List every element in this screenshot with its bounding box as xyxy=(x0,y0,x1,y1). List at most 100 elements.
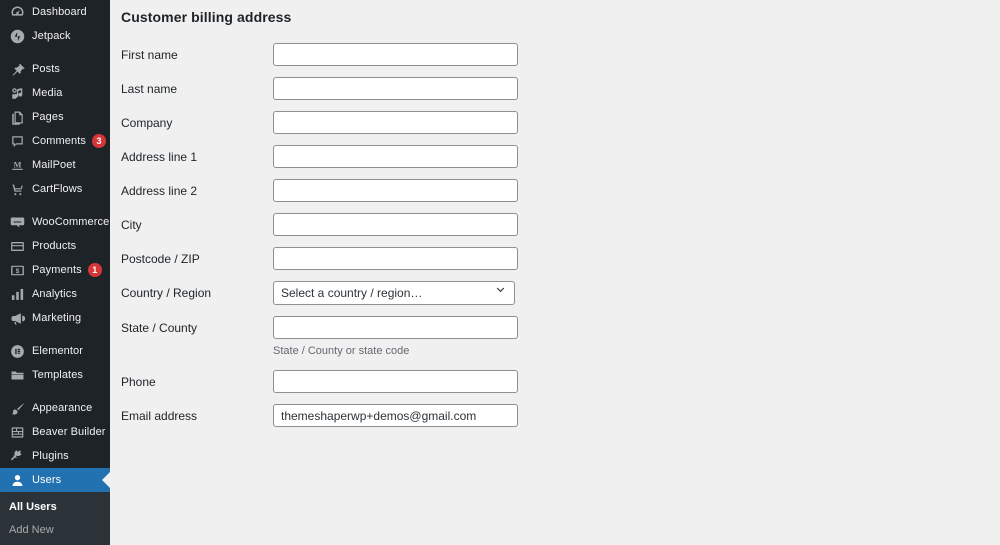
users-submenu: All UsersAdd NewProfile xyxy=(0,492,110,545)
company-input[interactable] xyxy=(273,111,518,134)
wp-admin-screen: Dashboard Jetpack Posts Media Pages Comments 3… xyxy=(0,0,1000,545)
field-wrapper xyxy=(273,77,518,100)
form-row: Phone xyxy=(121,370,1000,394)
sidebar-item-label: Marketing xyxy=(32,311,82,324)
billing-address-form: First name Last name Company Address line 1… xyxy=(121,43,1000,428)
field-wrapper xyxy=(273,179,518,202)
pages-icon xyxy=(9,109,25,125)
field-wrapper xyxy=(273,247,518,270)
sidebar-item-templates[interactable]: Templates xyxy=(0,363,110,387)
sidebar-item-woocommerce[interactable]: woo WooCommerce xyxy=(0,210,110,234)
menu-separator xyxy=(0,201,110,210)
email-address-input[interactable] xyxy=(273,404,518,428)
sidebar-item-elementor[interactable]: Elementor xyxy=(0,339,110,363)
sidebar-item-label: Products xyxy=(32,239,77,252)
address-line-2-input[interactable] xyxy=(273,179,518,202)
sidebar-item-appearance[interactable]: Appearance xyxy=(0,396,110,420)
sidebar-item-label: Templates xyxy=(32,368,84,381)
sidebar-item-label: Beaver Builder xyxy=(32,425,106,438)
select-wrapper: Select a country / region… xyxy=(273,281,515,305)
megaphone-icon xyxy=(9,310,25,326)
woocommerce-icon: woo xyxy=(9,214,25,230)
page-title: Customer billing address xyxy=(121,9,292,25)
cart-icon xyxy=(9,181,25,197)
folder-icon xyxy=(9,367,25,383)
sidebar-item-mailpoet[interactable]: M MailPoet xyxy=(0,153,110,177)
postcode-zip-input[interactable] xyxy=(273,247,518,270)
city-input[interactable] xyxy=(273,213,518,236)
sidebar-item-label: Comments xyxy=(32,134,86,147)
sidebar-item-plugins[interactable]: Plugins xyxy=(0,444,110,468)
field-wrapper: State / County or state code xyxy=(273,316,518,359)
sidebar-item-dashboard[interactable]: Dashboard xyxy=(0,0,110,24)
field-wrapper: Select a country / region… xyxy=(273,281,515,305)
menu-group: Appearance Beaver Builder Plugins Users All … xyxy=(0,396,110,545)
field-wrapper xyxy=(273,111,518,134)
field-wrapper xyxy=(273,370,518,394)
sidebar-item-products[interactable]: Products xyxy=(0,234,110,258)
sidebar-item-comments[interactable]: Comments 3 xyxy=(0,129,110,153)
sidebar-item-jetpack[interactable]: Jetpack xyxy=(0,24,110,48)
address-line-1-input[interactable] xyxy=(273,145,518,168)
submenu-item-profile[interactable]: Profile xyxy=(0,541,110,545)
sidebar-item-marketing[interactable]: Marketing xyxy=(0,306,110,330)
sidebar-item-label: MailPoet xyxy=(32,158,76,171)
state-county-input[interactable] xyxy=(273,316,518,339)
brush-icon xyxy=(9,400,25,416)
form-row: Postcode / ZIP xyxy=(121,247,1000,270)
field-wrapper xyxy=(273,213,518,236)
submenu-item-add-new[interactable]: Add New xyxy=(0,519,110,542)
menu-separator xyxy=(0,330,110,339)
sidebar-item-label: WooCommerce xyxy=(32,215,110,228)
submenu-item-all-users[interactable]: All Users xyxy=(0,496,110,519)
field-label: Company xyxy=(121,116,173,130)
elementor-icon xyxy=(9,343,25,359)
field-label: Address line 1 xyxy=(121,150,198,164)
mailpoet-icon: M xyxy=(9,157,25,173)
sidebar-item-analytics[interactable]: Analytics xyxy=(0,282,110,306)
sidebar-item-pages[interactable]: Pages xyxy=(0,105,110,129)
sidebar-item-label: Jetpack xyxy=(32,29,71,42)
last-name-input[interactable] xyxy=(273,77,518,100)
menu-separator xyxy=(0,387,110,396)
form-row: Last name xyxy=(121,77,1000,100)
payments-icon: $ xyxy=(9,262,25,278)
form-row: Address line 1 xyxy=(121,145,1000,168)
field-label: Country / Region xyxy=(121,286,212,300)
phone-input[interactable] xyxy=(273,370,518,394)
sidebar-item-label: Appearance xyxy=(32,401,93,414)
field-label: City xyxy=(121,218,142,232)
svg-text:$: $ xyxy=(15,267,19,274)
jetpack-icon xyxy=(9,28,25,44)
field-label: First name xyxy=(121,48,178,62)
sidebar-item-cartflows[interactable]: CartFlows xyxy=(0,177,110,201)
sidebar-item-label: Payments xyxy=(32,263,82,276)
dashboard-icon xyxy=(9,4,25,20)
field-label: Email address xyxy=(121,409,198,424)
country-region-select[interactable]: Select a country / region… xyxy=(273,281,515,305)
pin-icon xyxy=(9,61,25,77)
sidebar-item-label: Media xyxy=(32,86,63,99)
field-wrapper xyxy=(273,145,518,168)
sidebar-item-label: Plugins xyxy=(32,449,69,462)
sidebar-item-payments[interactable]: $ Payments 1 xyxy=(0,258,110,282)
notification-badge: 1 xyxy=(87,263,102,277)
menu-separator xyxy=(0,48,110,57)
sidebar-item-users[interactable]: Users xyxy=(0,468,110,492)
form-row: Company xyxy=(121,111,1000,134)
svg-text:woo: woo xyxy=(12,218,21,223)
form-row: Address line 2 xyxy=(121,179,1000,202)
form-row: Country / Region Select a country / regio… xyxy=(121,281,1000,305)
first-name-input[interactable] xyxy=(273,43,518,66)
beaver-builder-icon xyxy=(9,424,25,440)
sidebar-item-label: Dashboard xyxy=(32,5,87,18)
sidebar-item-posts[interactable]: Posts xyxy=(0,57,110,81)
sidebar-item-label: Analytics xyxy=(32,287,77,300)
sidebar-item-media[interactable]: Media xyxy=(0,81,110,105)
field-label: Address line 2 xyxy=(121,184,198,198)
menu-group: Dashboard Jetpack xyxy=(0,0,110,48)
sidebar-item-beaver-builder[interactable]: Beaver Builder xyxy=(0,420,110,444)
form-row: State / County State / County or state co… xyxy=(121,316,1000,359)
products-icon xyxy=(9,238,25,254)
form-row: First name xyxy=(121,43,1000,66)
